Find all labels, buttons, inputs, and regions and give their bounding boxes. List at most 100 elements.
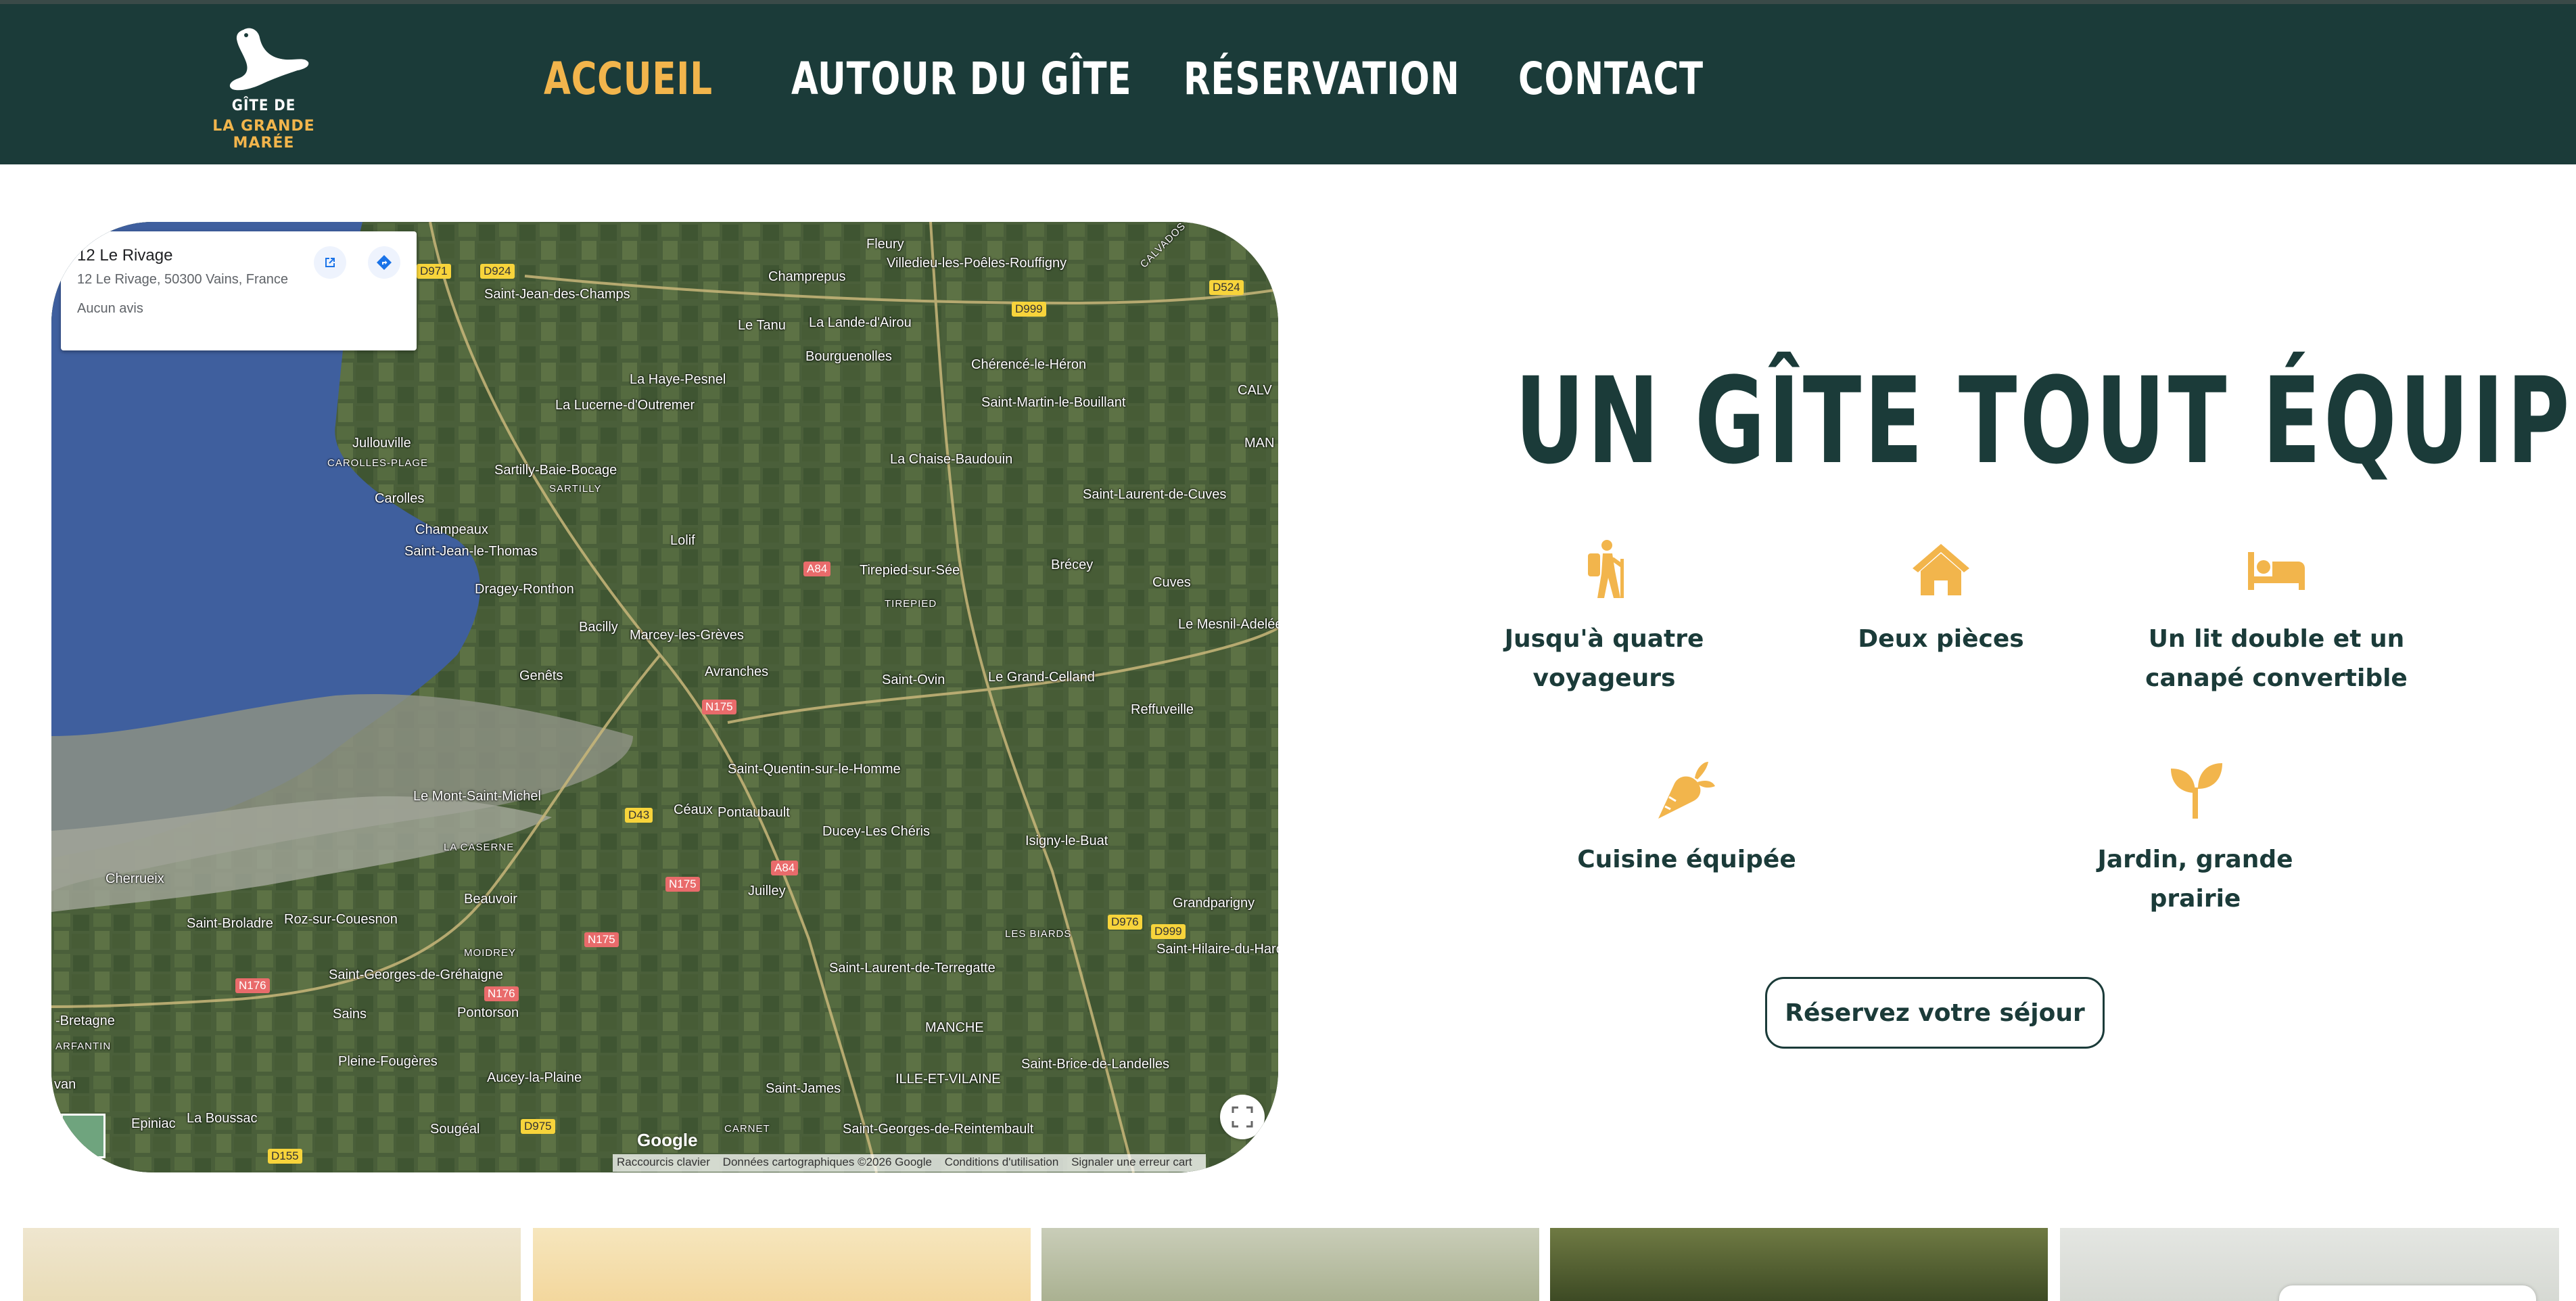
gallery-photo[interactable]: [23, 1228, 521, 1301]
map-label: Saint-Broladre: [187, 916, 273, 931]
map-label: Carolles: [375, 491, 425, 506]
map-label: Villedieu-les-Poêles-Rouffigny: [887, 256, 1067, 271]
fullscreen-button[interactable]: [1220, 1095, 1265, 1139]
road-badge: D155: [268, 1149, 302, 1164]
road-badge: D999: [1012, 302, 1046, 317]
feature-kitchen: Cuisine équipée: [1551, 759, 1822, 880]
site-logo[interactable]: GÎTE DE LA GRANDE MARÉE: [203, 24, 325, 152]
map-label: La Lande-d'Airou: [809, 315, 912, 330]
gallery-photo[interactable]: [533, 1228, 1031, 1301]
chat-widget[interactable]: [2279, 1285, 2536, 1301]
map-label: Dragey-Ronthon: [475, 582, 574, 597]
map-label: SARTILLY: [549, 483, 602, 495]
terms-link[interactable]: Conditions d'utilisation: [945, 1156, 1059, 1168]
road-badge: A84: [803, 562, 831, 576]
map-label: Saint-Ovin: [882, 672, 945, 687]
map-label: Isigny-le-Buat: [1025, 834, 1108, 848]
feature-label: Jusqu'à quatre voyageurs: [1504, 625, 1704, 692]
page-headline: UN GÎTE TOUT ÉQUIPÉ :: [1515, 352, 2576, 490]
map-label: La Lucerne-d'Outremer: [555, 398, 695, 413]
gallery-photo[interactable]: [1041, 1228, 1539, 1301]
feature-label: Cuisine équipée: [1577, 846, 1796, 873]
map-label: Tirepied-sur-Sée: [860, 563, 960, 578]
carrot-icon: [1658, 762, 1715, 819]
hiker-icon: [1588, 540, 1624, 598]
map-label: Beauvoir: [464, 892, 517, 907]
nav-contact[interactable]: CONTACT: [1518, 53, 1704, 105]
map-label: MAN: [1244, 436, 1275, 451]
map-label: Cherrueix: [106, 871, 164, 886]
map-label: Saint-Quentin-sur-le-Homme: [728, 762, 901, 777]
road-badge: N176: [235, 978, 270, 993]
map-label: Saint-Georges-de-Gréhaigne: [329, 967, 503, 982]
feature-rooms: Deux pièces: [1806, 539, 2076, 659]
map-label: Aucey-la-Plaine: [487, 1070, 582, 1085]
map-label: Saint-Brice-de-Landelles: [1021, 1057, 1170, 1072]
site-header: GÎTE DE LA GRANDE MARÉE ACCUEIL AUTOUR D…: [0, 0, 2576, 164]
map-label: -Bretagne: [55, 1013, 115, 1028]
logo-line-2: LA GRANDE MARÉE: [212, 118, 315, 152]
map-label: Fleury: [866, 237, 904, 252]
road-badge: N175: [665, 877, 700, 892]
map-label: TIREPIED: [885, 598, 937, 610]
map-label: Cuves: [1152, 575, 1191, 590]
map-label: La Chaise-Baudouin: [890, 452, 1013, 467]
map-label: van: [54, 1077, 76, 1092]
directions-button[interactable]: [368, 246, 400, 279]
map-label: Jullouville: [352, 436, 411, 451]
place-reviews[interactable]: Aucun avis: [77, 301, 400, 317]
map-label: Ducey-Les Chéris: [822, 824, 930, 839]
map-label: Saint-Laurent-de-Terregatte: [829, 961, 996, 976]
photo-gallery: [23, 1228, 2559, 1301]
map-label: ARFANTIN: [55, 1041, 112, 1052]
map-label: Pleine-Fougères: [338, 1054, 438, 1069]
road-badge: D975: [521, 1119, 555, 1134]
map-layer-thumbnail[interactable]: [61, 1114, 106, 1158]
map-data-credit: Données cartographiques ©2026 Google: [722, 1156, 932, 1168]
embedded-map[interactable]: Fleury Villedieu-les-Poêles-Rouffigny Ch…: [51, 222, 1278, 1172]
map-label: Chérencé-le-Héron: [971, 357, 1087, 372]
map-label: Marcey-les-Grèves: [630, 628, 744, 643]
report-error-link[interactable]: Signaler une erreur cart: [1071, 1156, 1192, 1168]
nav-autour-du-gite[interactable]: AUTOUR DU GÎTE: [791, 53, 1131, 105]
book-stay-button[interactable]: Réservez votre séjour: [1765, 977, 2105, 1049]
map-attribution: Raccourcis clavier Données cartographiqu…: [613, 1154, 1206, 1172]
map-label: Sains: [333, 1007, 367, 1022]
road-badge: D924: [480, 264, 515, 279]
map-label: CAROLLES-PLAGE: [327, 457, 429, 469]
fullscreen-icon: [1232, 1106, 1253, 1128]
map-label: La Boussac: [187, 1111, 258, 1126]
keyboard-shortcuts-link[interactable]: Raccourcis clavier: [617, 1156, 710, 1168]
nav-reservation[interactable]: RÉSERVATION: [1184, 53, 1460, 105]
map-terrain[interactable]: [51, 222, 1278, 1172]
map-label: Grandparigny: [1173, 896, 1255, 911]
map-label: Roz-sur-Couesnon: [284, 912, 398, 927]
open-in-maps-button[interactable]: [314, 246, 346, 279]
bed-icon: [2248, 552, 2305, 590]
map-label: Le Mont-Saint-Michel: [413, 789, 541, 804]
map-label: Pontorson: [457, 1005, 519, 1020]
map-label: LES BIARDS: [1005, 928, 1072, 940]
map-label: Sougéal: [430, 1122, 480, 1137]
map-label: Sartilly-Baie-Bocage: [494, 463, 617, 478]
feature-label: Deux pièces: [1858, 625, 2024, 653]
map-label: ILLE-ET-VILAINE: [895, 1072, 1001, 1087]
map-label: Saint-James: [766, 1081, 841, 1096]
road-badge: N176: [484, 986, 519, 1001]
road-badge: D524: [1209, 280, 1244, 295]
map-label: Epiniac: [131, 1116, 176, 1131]
feature-travelers: Jusqu'à quatre voyageurs: [1469, 539, 1739, 698]
seedling-icon: [2171, 763, 2222, 819]
seal-icon: [229, 28, 309, 91]
place-info-card[interactable]: 12 Le Rivage 12 Le Rivage, 50300 Vains, …: [61, 231, 417, 350]
map-label: Saint-Georges-de-Reintembault: [843, 1122, 1034, 1137]
road-badge: N175: [702, 700, 736, 714]
map-label: Avranches: [705, 664, 769, 679]
road-badge: D976: [1108, 915, 1142, 930]
feature-garden: Jardin, grande prairie: [2060, 759, 2331, 919]
feature-label: Jardin, grande prairie: [2097, 846, 2293, 913]
map-label: Le Mesnil-Adelée: [1178, 617, 1278, 632]
map-label: Céaux: [674, 802, 713, 817]
gallery-photo[interactable]: [1550, 1228, 2048, 1301]
nav-accueil[interactable]: ACCUEIL: [544, 53, 713, 105]
